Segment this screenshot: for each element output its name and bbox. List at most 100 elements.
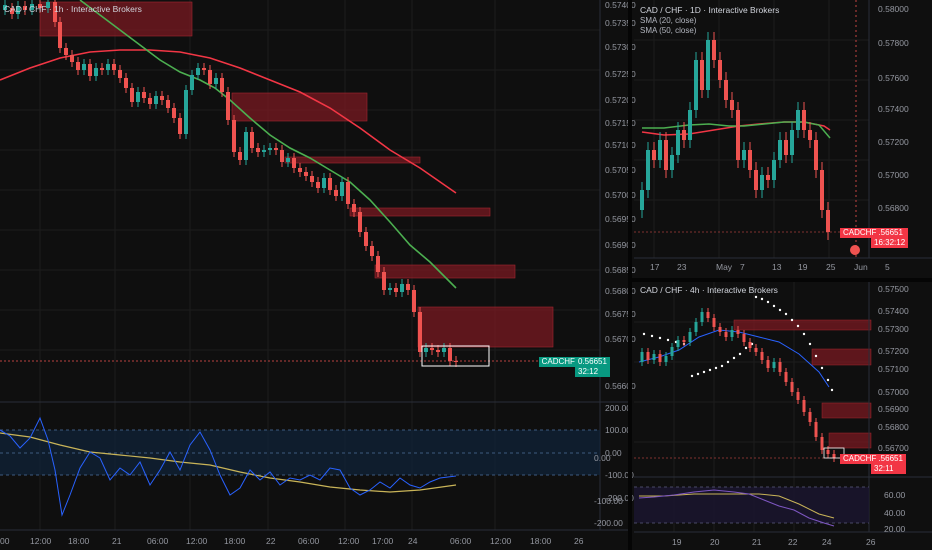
psar-dot bbox=[708, 368, 712, 372]
h4-zone-2 bbox=[811, 348, 872, 366]
h4-zone-1 bbox=[733, 319, 872, 331]
main-candle bbox=[82, 59, 86, 75]
h4-candle bbox=[712, 314, 716, 331]
h4-candle bbox=[742, 330, 746, 346]
daily-price-tick: 0.58000 bbox=[878, 4, 909, 14]
daily-candle bbox=[736, 102, 740, 168]
main-time-tick: 12:00 bbox=[338, 536, 360, 546]
psar-dot bbox=[650, 334, 654, 338]
h4-rsi-tick: 40.00 bbox=[884, 508, 906, 518]
h4-candle bbox=[772, 358, 776, 372]
daily-legend-sma20[interactable]: SMA (20, close) bbox=[640, 16, 696, 25]
daily-candle bbox=[748, 142, 752, 178]
h4-time-tick: 24 bbox=[822, 537, 832, 547]
psar-dot bbox=[738, 352, 742, 356]
psar-dot bbox=[696, 372, 700, 376]
main-candle bbox=[202, 63, 206, 75]
daily-candle bbox=[670, 147, 674, 178]
h4-zone-3 bbox=[821, 402, 872, 419]
main-chart-svg[interactable] bbox=[0, 0, 632, 550]
main-time-tick: 18:00 bbox=[68, 536, 90, 546]
h4-candle bbox=[706, 308, 710, 322]
daily-candle bbox=[706, 32, 710, 98]
h4-time-tick: 26 bbox=[866, 537, 876, 547]
daily-time-tick: 17 bbox=[650, 262, 660, 272]
main-time-tick: 12:00 bbox=[490, 536, 512, 546]
h4-candle bbox=[694, 318, 698, 336]
h4-rsi-tick: 60.00 bbox=[884, 490, 906, 500]
psar-dot bbox=[766, 300, 770, 304]
main-candle bbox=[256, 143, 260, 157]
psar-dot bbox=[720, 364, 724, 368]
main-candle bbox=[232, 115, 236, 157]
h4-candle bbox=[724, 328, 728, 341]
h4-candle bbox=[754, 344, 758, 356]
main-candle bbox=[286, 153, 290, 167]
daily-candle bbox=[814, 132, 818, 178]
daily-candle bbox=[790, 122, 794, 163]
h4-candle bbox=[820, 433, 824, 454]
daily-price-tick: 0.57400 bbox=[878, 104, 909, 114]
h4-price-tick: 0.57100 bbox=[878, 364, 909, 374]
main-time-tick: 18:00 bbox=[224, 536, 246, 546]
psar-dot bbox=[642, 332, 646, 336]
daily-candle bbox=[700, 52, 704, 98]
h4-zone-4 bbox=[828, 432, 872, 449]
h4-price-tick: 0.57000 bbox=[878, 387, 909, 397]
h4-chart-pane[interactable]: CAD / CHF · 4h · Interactive Brokers 0.5… bbox=[594, 282, 932, 550]
daily-candle bbox=[676, 122, 680, 163]
main-candle bbox=[142, 87, 146, 103]
main-candle bbox=[136, 87, 140, 107]
main-price-tag-countdown: 32:12 bbox=[578, 367, 599, 376]
daily-candle bbox=[694, 52, 698, 118]
main-candle bbox=[184, 85, 188, 139]
h4-candle bbox=[766, 356, 770, 372]
main-candle bbox=[178, 113, 182, 139]
main-candles bbox=[3, 0, 458, 367]
daily-candle bbox=[730, 92, 734, 118]
psar-dot bbox=[666, 338, 670, 342]
main-candle bbox=[130, 83, 134, 107]
psar-dot bbox=[790, 318, 794, 322]
psar-dot bbox=[778, 308, 782, 312]
pane-divider-vertical[interactable] bbox=[628, 0, 632, 550]
h4-chart-title: CAD / CHF · 4h · Interactive Brokers bbox=[640, 285, 778, 295]
main-candle bbox=[328, 173, 332, 195]
zone-6 bbox=[417, 306, 554, 348]
daily-candle bbox=[754, 162, 758, 198]
main-candle bbox=[406, 279, 410, 295]
h4-candle bbox=[670, 343, 674, 360]
daily-candle bbox=[664, 132, 668, 178]
h4-candle bbox=[640, 348, 644, 366]
psar-dot bbox=[726, 360, 730, 364]
h4-osc-tick: 0.00 bbox=[594, 453, 611, 463]
psar-dot bbox=[744, 346, 748, 350]
main-candle bbox=[274, 143, 278, 155]
psar-dot bbox=[714, 366, 718, 370]
daily-candle bbox=[712, 32, 716, 68]
main-candle bbox=[418, 307, 422, 357]
daily-candle bbox=[724, 72, 728, 108]
h4-time-tick: 20 bbox=[710, 537, 720, 547]
daily-price-tick: 0.57200 bbox=[878, 137, 909, 147]
h4-candle bbox=[658, 350, 662, 366]
h4-candle bbox=[832, 450, 836, 462]
psar-dot bbox=[802, 332, 806, 336]
main-time-tick: 06:00 bbox=[147, 536, 169, 546]
h4-osc-tick: -100.00 bbox=[594, 496, 623, 506]
daily-legend-sma50[interactable]: SMA (50, close) bbox=[640, 26, 696, 35]
main-candle bbox=[76, 57, 80, 75]
h4-rsi-tick: 20.00 bbox=[884, 524, 906, 534]
daily-price-tick: 0.57600 bbox=[878, 73, 909, 83]
main-time-tick: 00 bbox=[0, 536, 10, 546]
daily-chart-pane[interactable]: CAD / CHF · 1D · Interactive Brokers SMA… bbox=[634, 0, 932, 278]
main-time-tick: 24 bbox=[408, 536, 418, 546]
main-price-tag-symbol: CADCHF bbox=[538, 357, 578, 367]
main-time-tick: 06:00 bbox=[450, 536, 472, 546]
daily-time-tick: Jun bbox=[854, 262, 868, 272]
main-chart-pane[interactable]: CAD / CHF · 1h · Interactive Brokers 0.5… bbox=[0, 0, 636, 550]
daily-price-tick: 0.57000 bbox=[878, 170, 909, 180]
daily-time-tick: 13 bbox=[772, 262, 782, 272]
h4-price-tick: 0.56900 bbox=[878, 404, 909, 414]
psar-dot bbox=[658, 336, 662, 340]
